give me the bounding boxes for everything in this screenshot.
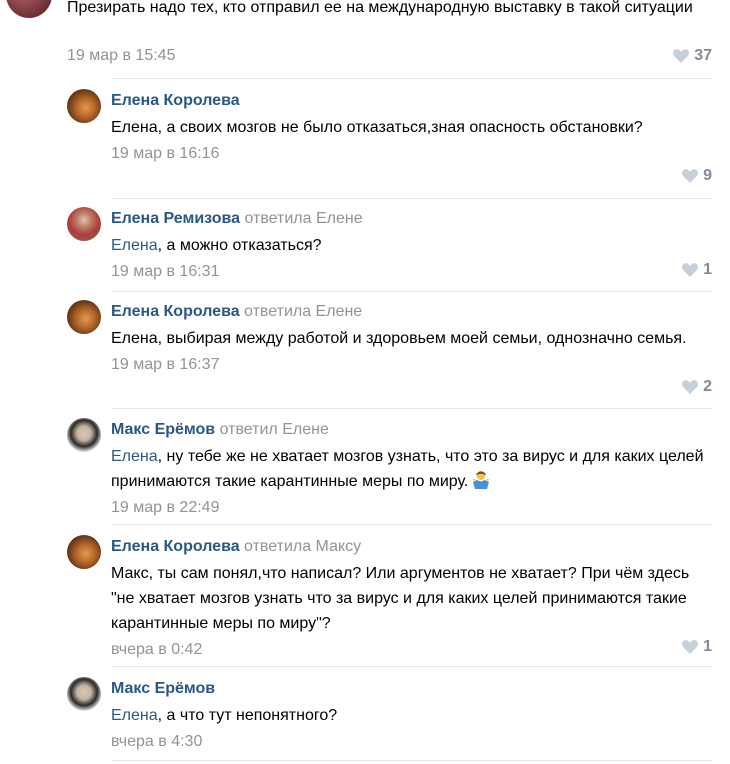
avatar[interactable] [67,418,101,452]
divider [111,760,712,761]
like-button[interactable]: 2 [682,378,712,396]
heart-icon [682,380,699,394]
addressee-link[interactable]: Елена [111,707,158,724]
author-name[interactable]: Макс Ерёмов [111,421,215,438]
reply-text: Елена, выбирая между работой и здоровьем… [111,330,687,347]
divider [111,666,712,667]
reply-text: Макс, ты сам понял,что написал? Или аргу… [111,565,690,632]
divider [111,198,712,199]
author-name[interactable]: Елена Королева [111,538,240,555]
like-count: 2 [703,378,712,395]
like-button[interactable]: 9 [682,167,712,185]
reply-text: Елена, а что тут непонятного? [111,707,338,724]
comment-text: Презирать надо тех, кто отправил ее на м… [67,0,693,16]
reply-to-label[interactable]: ответила Елене [244,303,362,320]
author-name[interactable]: Елена Ремизова [111,210,240,227]
reply-to-label[interactable]: ответила Елене [244,210,362,227]
divider [111,291,712,292]
reply-to-label[interactable]: ответил Елене [220,421,329,438]
avatar[interactable] [67,89,101,123]
reply-timestamp[interactable]: вчера в 0:42 [111,640,712,660]
avatar[interactable] [67,535,101,569]
divider [111,524,712,525]
avatar[interactable] [67,677,101,711]
like-count: 1 [703,638,712,655]
avatar[interactable] [67,207,101,241]
avatar[interactable] [67,300,101,334]
reply-timestamp[interactable]: 19 мар в 16:16 [111,144,712,164]
addressee-link[interactable]: Елена [111,448,158,465]
reply-timestamp[interactable]: 19 мар в 16:31 [111,262,712,282]
reply-text: Елена, а своих мозгов не было отказаться… [111,119,643,136]
like-button[interactable]: 1 [682,261,712,279]
author-name[interactable]: Елена Королева [111,92,240,109]
author-name[interactable]: Макс Ерёмов [111,680,215,697]
like-button[interactable]: 1 [682,638,712,656]
heart-icon [682,263,699,277]
reply-text: Елена, ну тебе же не хватает мозгов узна… [111,448,704,490]
person-shrugging-emoji-icon [471,469,491,489]
divider [111,78,712,79]
heart-icon [682,640,699,654]
reply-timestamp[interactable]: вчера в 4:30 [111,732,712,752]
author-name[interactable]: Елена Королева [111,303,240,320]
addressee-link[interactable]: Елена [111,237,158,254]
avatar[interactable] [6,0,52,18]
divider [111,408,712,409]
reply-text: Елена, а можно отказаться? [111,237,322,254]
reply-timestamp[interactable]: 19 мар в 22:49 [111,498,712,518]
reply-to-label[interactable]: ответила Максу [244,538,361,555]
comment-timestamp[interactable]: 19 мар в 15:45 [67,47,175,65]
like-button[interactable]: 37 [673,47,712,65]
reply-timestamp[interactable]: 19 мар в 16:37 [111,355,712,375]
like-count: 9 [703,167,712,184]
like-count: 1 [703,261,712,278]
like-count: 37 [694,47,712,64]
heart-icon [673,49,690,63]
heart-icon [682,169,699,183]
